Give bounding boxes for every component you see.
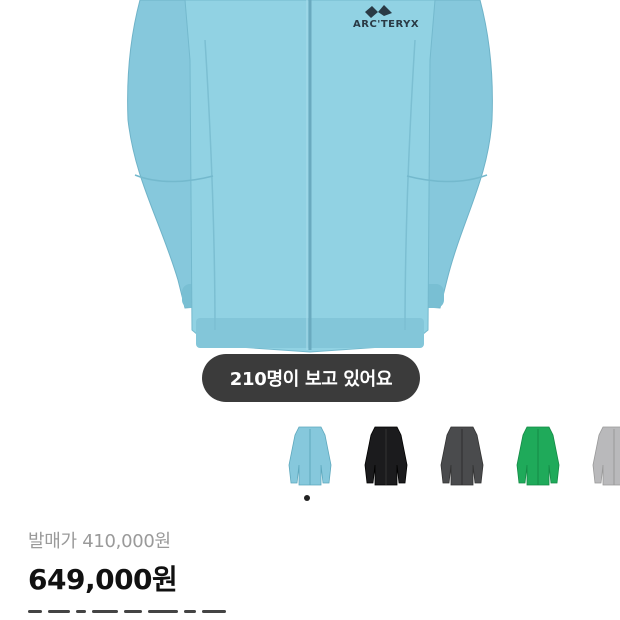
retail-price: 발매가 410,000원 [28,531,171,552]
jacket-thumb-icon [592,426,620,486]
sale-price: 649,000원 [28,563,178,596]
brand-logo: ARC'TERYX [353,19,420,30]
jacket-thumb-icon [288,426,332,486]
carousel-indicator [304,495,310,501]
color-option-grey[interactable] [434,422,490,490]
color-options [282,422,620,492]
jacket-thumb-icon [516,426,560,486]
color-option-black[interactable] [358,422,414,490]
jacket-thumb-icon [364,426,408,486]
color-option-green[interactable] [510,422,566,490]
carousel-dot-active[interactable] [304,495,310,501]
color-option-light-grey[interactable] [586,422,620,490]
product-image[interactable]: ARC'TERYX [0,0,620,410]
color-option-blue[interactable] [282,422,338,490]
viewers-count-badge: 210명이 보고 있어요 [202,354,420,402]
product-page: ARC'TERYX 210명이 보고 있어요 발매가 410,000원 649,… [0,0,620,620]
product-title-partial [28,610,328,620]
jacket-thumb-icon [440,426,484,486]
